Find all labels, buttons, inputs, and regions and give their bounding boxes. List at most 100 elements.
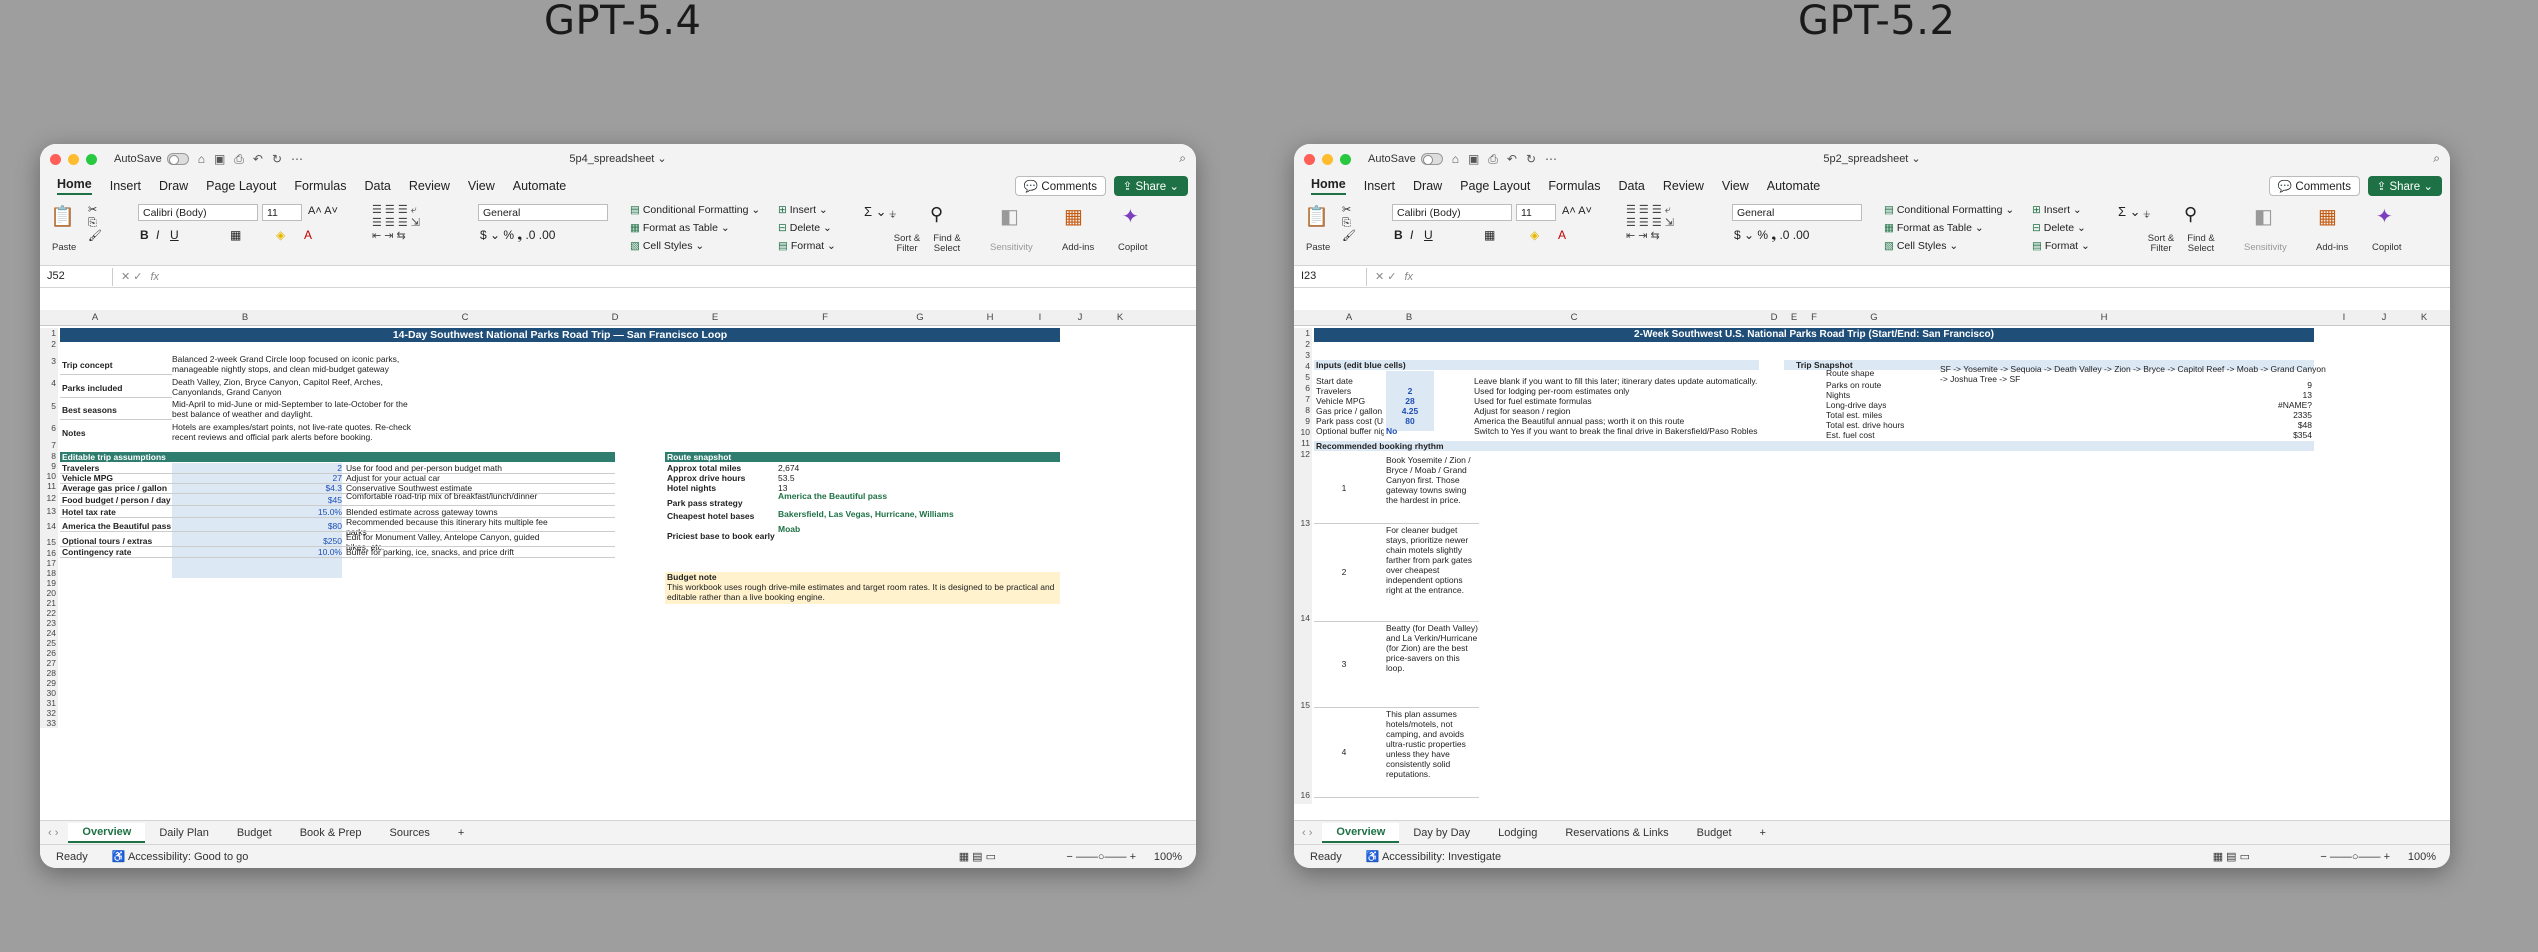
italic-icon[interactable]: I [156,228,159,242]
sheet-nav-icons[interactable]: ‹ › [1302,827,1312,839]
row-header[interactable]: 12 [1294,449,1312,460]
row-header[interactable]: 9 [40,461,58,471]
redo-icon[interactable]: ↻ [272,152,282,166]
assumption-value[interactable]: $250 [172,536,342,546]
font-color-icon[interactable]: A [304,228,312,242]
col-e[interactable]: E [1784,312,1804,323]
col-d[interactable]: D [1764,312,1784,323]
rhythm-number[interactable]: 4 [1314,747,1374,757]
col-k[interactable]: K [2404,312,2444,323]
autosum-icon[interactable]: Σ ⌄ [864,204,887,220]
autosave-toggle[interactable] [1420,153,1443,165]
assumption-value[interactable]: 27 [172,473,342,483]
sheet-tab-day-by-day[interactable]: Day by Day [1399,827,1484,839]
alignment-icons[interactable]: ☰ ☰ ☰ ⤶ ☰ ☰ ☰ ⇲ ⇤ ⇥ ⇆ [372,204,420,243]
input-key[interactable]: Gas price / gallon [1316,406,1384,416]
input-note[interactable]: Adjust for season / region [1474,406,1774,416]
snapshot-value[interactable]: 2335 [1940,410,2312,420]
tab-view[interactable]: View [1722,179,1749,193]
input-note[interactable]: Switch to Yes if you want to break the f… [1474,426,1774,436]
info-value[interactable]: Hotels are examples/start points, not li… [172,422,412,442]
rhythm-number[interactable]: 3 [1314,659,1374,669]
font-grow-icon[interactable]: A˄ A˅ [308,205,338,217]
view-mode-icons[interactable]: ▦ ▤ ▭ [959,850,996,863]
tab-data[interactable]: Data [1618,179,1644,193]
row-header[interactable]: 25 [40,638,58,648]
undo-icon[interactable]: ↶ [1507,152,1517,166]
comments-button[interactable]: 💬 Comments [2268,176,2360,196]
input-key[interactable]: Travelers [1316,386,1384,396]
row-header[interactable]: 23 [40,618,58,628]
number-format-icons[interactable]: $ ⌄ % ❟ .0 .00 [480,228,555,243]
sheet-tab-daily-plan[interactable]: Daily Plan [145,827,223,839]
copilot-icon[interactable]: ✦ [1122,204,1139,229]
more-icon[interactable]: ⋯ [1545,152,1557,166]
row-header[interactable]: 31 [40,698,58,708]
col-i[interactable]: I [2324,312,2364,323]
snapshot-value[interactable]: #NAME? [1940,400,2312,410]
sheet-tab-budget[interactable]: Budget [223,827,286,839]
zoom-slider[interactable]: − ——○—— + [2320,851,2390,863]
row-header[interactable]: 17 [40,558,58,568]
alignment-icons[interactable]: ☰ ☰ ☰ ⤶ ☰ ☰ ☰ ⇲ ⇤ ⇥ ⇆ [1626,204,1674,243]
route-key[interactable]: Park pass strategy [667,498,743,508]
rhythm-text[interactable]: Beatty (for Death Valley) and La Verkin/… [1386,623,1478,673]
row-header[interactable]: 7 [1294,394,1312,405]
zoom-window-button[interactable] [1340,153,1351,165]
cell-styles-button[interactable]: ▧ Cell Styles ⌄ [1884,240,1958,252]
input-note[interactable]: Used for lodging per-room estimates only [1474,386,1774,396]
assumption-value[interactable]: 10.0% [172,547,342,557]
assumption-note[interactable]: Use for food and per-person budget math [346,463,556,473]
conditional-formatting-button[interactable]: ▤ Conditional Formatting ⌄ [1884,204,2014,216]
col-j[interactable]: J [1060,312,1100,323]
route-key[interactable]: Approx total miles [667,463,741,473]
tab-draw[interactable]: Draw [159,179,188,193]
insert-cells-button[interactable]: ⊞ Insert ⌄ [778,204,828,216]
document-title[interactable]: 5p2_spreadsheet ⌄ [1823,152,1920,165]
row-header[interactable]: 22 [40,608,58,618]
comments-button[interactable]: 💬 Comments [1014,176,1106,196]
snapshot-value[interactable]: 9 [1940,380,2312,390]
assumption-key[interactable]: Average gas price / gallon [62,483,167,493]
number-format-select[interactable]: General [478,204,608,221]
row-header[interactable]: 11 [40,481,58,491]
underline-icon[interactable]: U [170,228,179,242]
font-size-select[interactable]: 11 [1516,204,1556,221]
row-header[interactable]: 8 [40,451,58,461]
row-header[interactable]: 2 [1294,339,1312,350]
tab-insert[interactable]: Insert [110,179,141,193]
sheet-tab-reservations[interactable]: Reservations & Links [1551,827,1682,839]
input-key[interactable]: Start date [1316,376,1384,386]
row-header[interactable]: 16 [1294,714,1312,804]
assumption-key[interactable]: Food budget / person / day [62,495,171,505]
assumption-value[interactable]: 2 [172,463,342,473]
row-header[interactable]: 19 [40,578,58,588]
sheet-tab-book-prep[interactable]: Book & Prep [286,827,376,839]
input-value[interactable]: 2 [1386,386,1434,396]
assumption-key[interactable]: Vehicle MPG [62,473,113,483]
fill-color-icon[interactable]: ◈ [1530,228,1539,242]
fx-icon[interactable]: fx [1405,271,1414,283]
col-d[interactable]: D [570,312,660,323]
tab-formulas[interactable]: Formulas [1548,179,1600,193]
col-h[interactable]: H [960,312,1020,323]
rhythm-text[interactable]: Book Yosemite / Zion / Bryce / Moab / Gr… [1386,455,1478,505]
find-select-icon[interactable]: ⚲ [930,204,943,225]
add-sheet-icon[interactable]: + [444,827,478,839]
italic-icon[interactable]: I [1410,228,1413,242]
row-header[interactable]: 27 [40,658,58,668]
print-icon[interactable]: ⎙ [1488,152,1498,166]
worksheet-grid[interactable]: A B C D E F G H I J K 1 2 3 4 5 6 7 8 9 10 11 12 13 1… [1294,310,2450,820]
underline-icon[interactable]: U [1424,228,1433,242]
route-key[interactable]: Priciest base to book early [667,531,775,541]
border-icon[interactable]: ▦ [230,228,241,242]
route-key[interactable]: Approx drive hours [667,473,745,483]
row-header[interactable]: 4 [40,372,58,395]
minimize-window-button[interactable] [1322,153,1333,165]
copilot-icon[interactable]: ✦ [2376,204,2393,229]
share-button[interactable]: ⇪ Share ⌄ [1113,176,1188,196]
assumptions-header[interactable]: Editable trip assumptions [60,452,615,462]
col-f[interactable]: F [1804,312,1824,323]
col-k[interactable]: K [1100,312,1140,323]
snapshot-key[interactable]: Total est. miles [1826,410,1882,420]
